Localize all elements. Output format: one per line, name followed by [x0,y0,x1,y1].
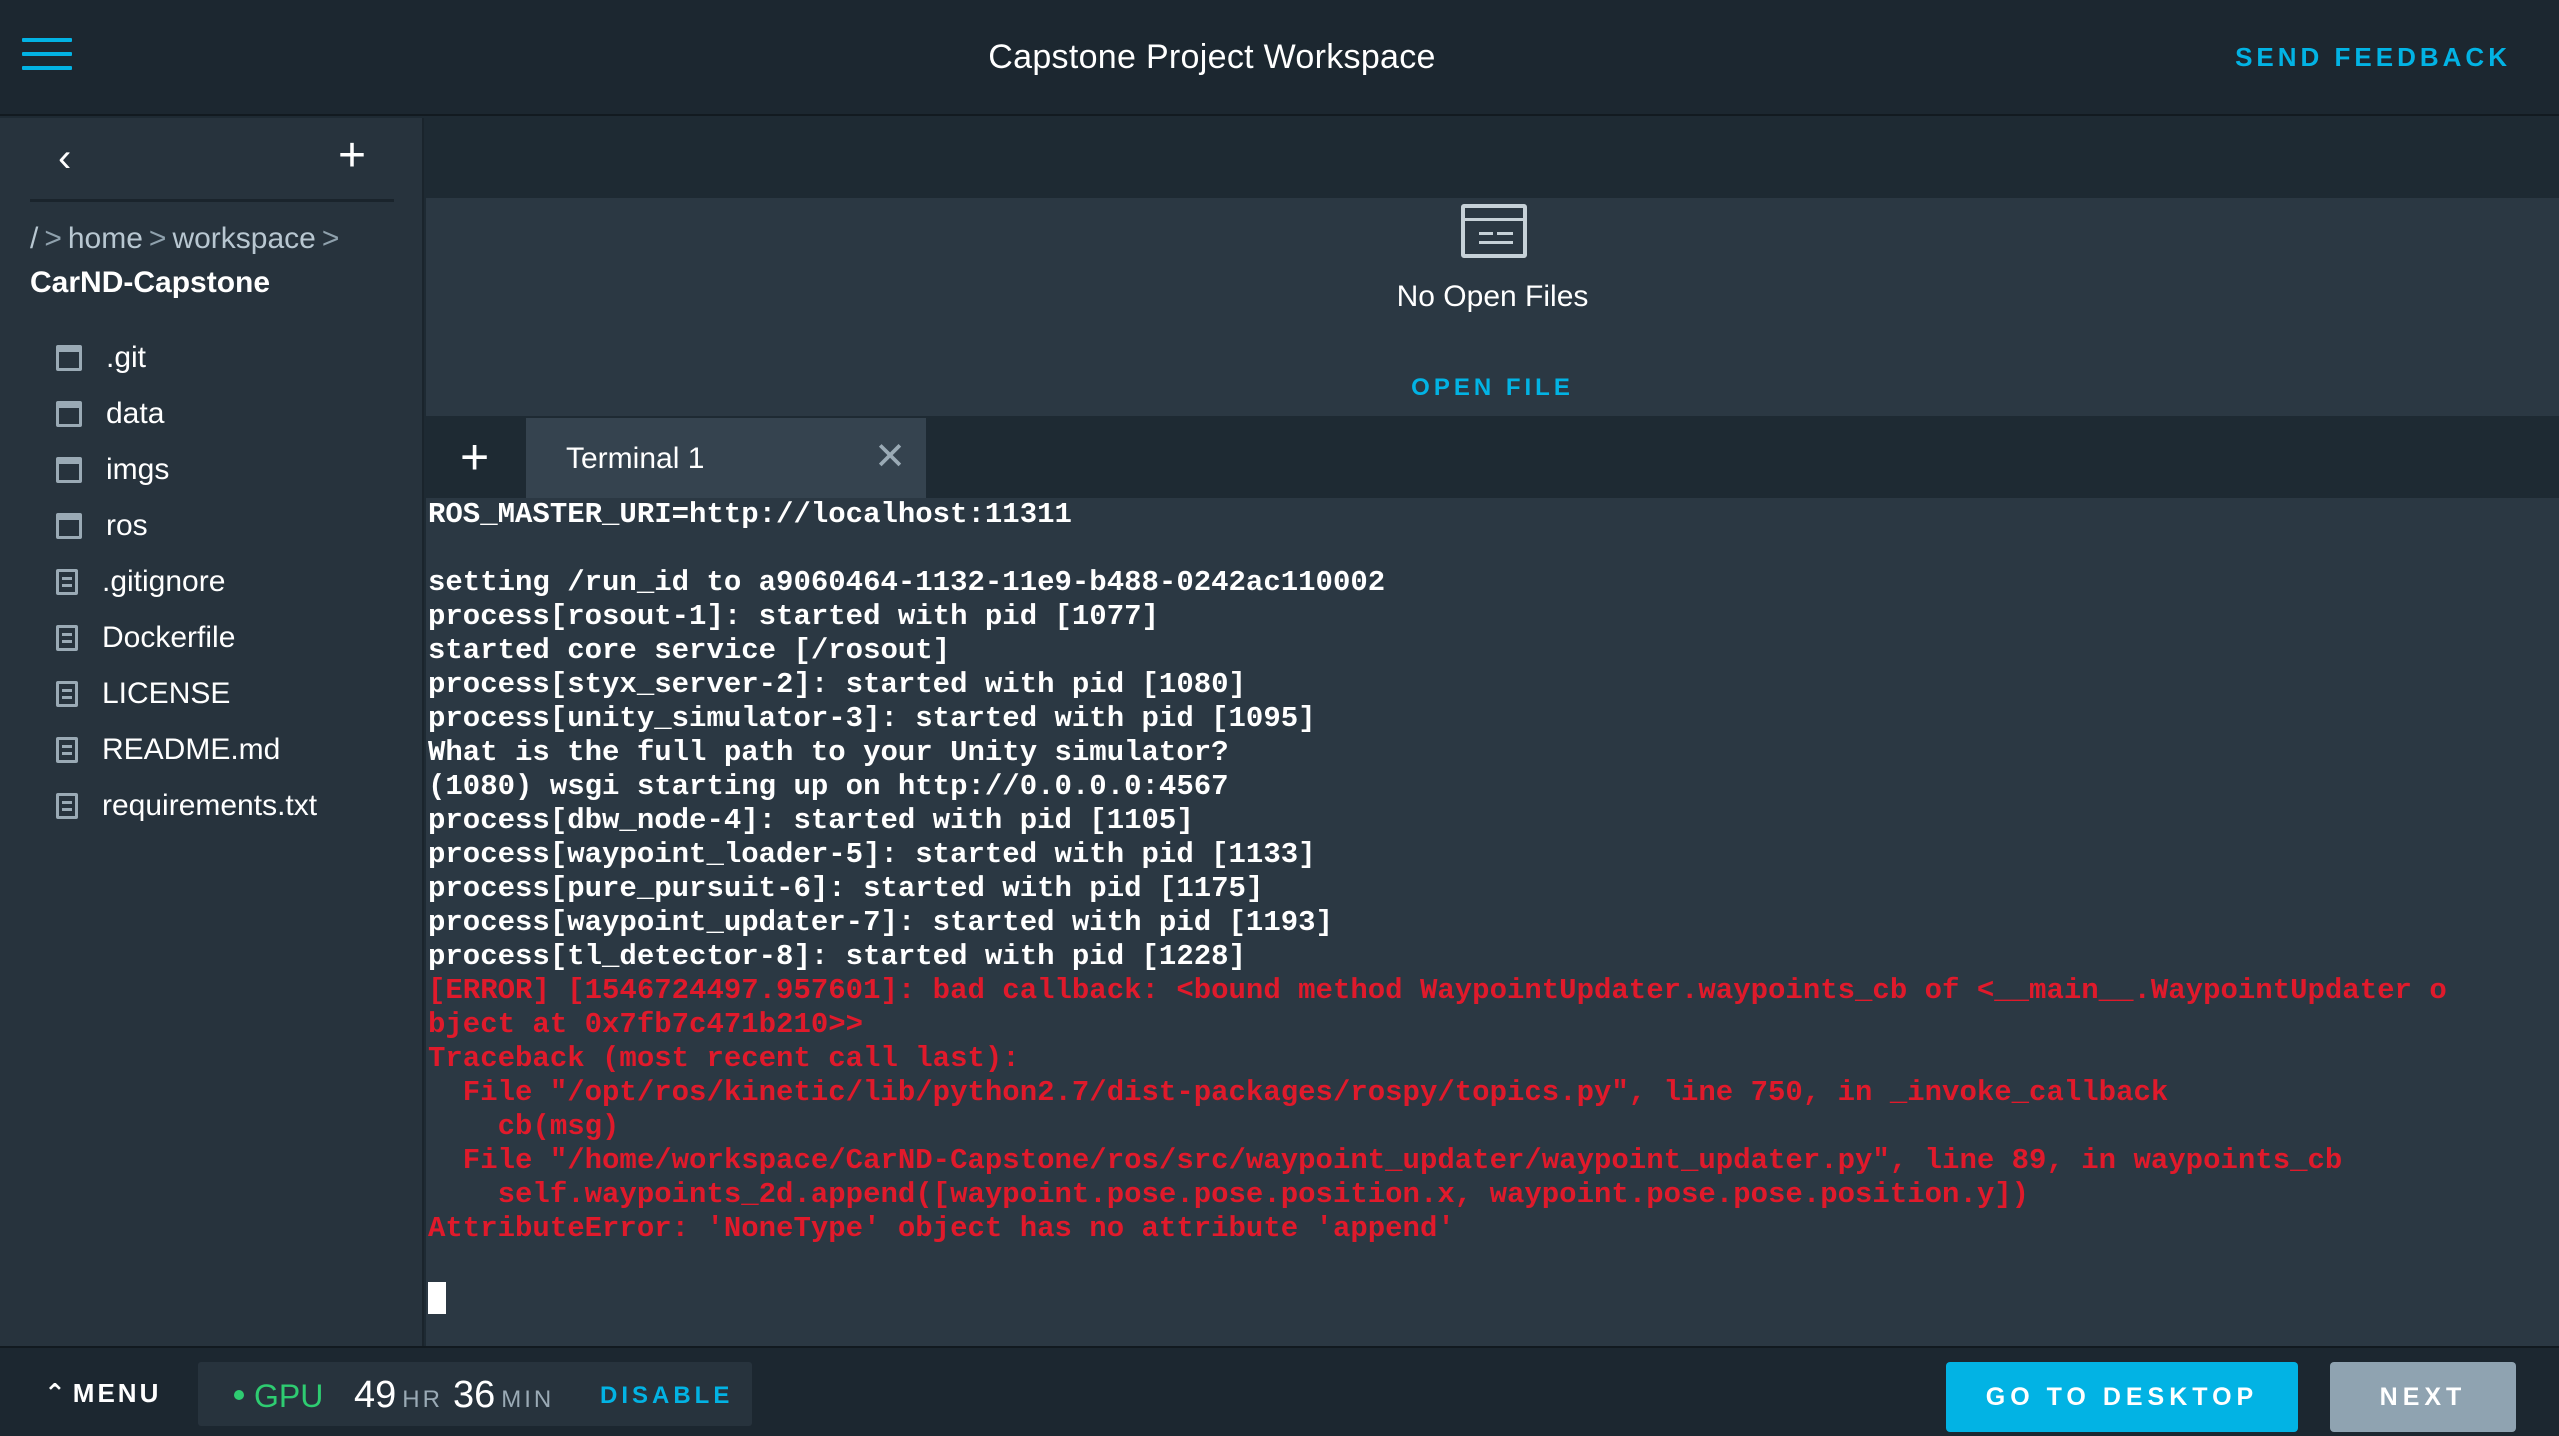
breadcrumb-separator: > [148,222,167,255]
breadcrumb-home[interactable]: home [68,222,143,255]
close-icon[interactable]: ✕ [874,434,906,479]
terminal-line: process[pure_pursuit-6]: started with pi… [428,872,1264,905]
file-item-ros[interactable]: ros [56,498,317,554]
file-item-imgs[interactable]: imgs [56,442,317,498]
file-name: .gitignore [102,565,226,598]
file-name: README.md [102,733,281,766]
workspace-title: Capstone Project Workspace [988,38,1436,76]
terminal-line: process[dbw_node-4]: started with pid [1… [428,804,1194,837]
terminal-line: bject at 0x7fb7c471b210>> [428,1008,864,1041]
terminal-line: process[waypoint_loader-5]: started with… [428,838,1316,871]
file-icon [56,737,78,763]
terminal-output[interactable]: ROS_MASTER_URI=http://localhost:11311 se… [426,498,2559,1346]
file-name: .git [106,341,147,374]
file-explorer-sidebar: ‹ + / > home > workspace > CarND-Capstone .gi… [0,118,424,1346]
tab-label: Terminal 1 [566,442,705,475]
terminal-line: process[unity_simulator-3]: started with… [428,702,1316,735]
gpu-hours: 49 [354,1374,397,1416]
file-list: .git data imgs ros .gitignore Dockerfile… [56,330,317,834]
file-icon [56,625,78,651]
terminal-line: started core service [/rosout] [428,634,951,667]
file-icon [56,793,78,819]
file-item-gitignore[interactable]: .gitignore [56,554,317,610]
hours-unit: HR [402,1386,443,1413]
gpu-label: GPU [254,1378,324,1414]
terminal-line: [ERROR] [1546724497.957601]: bad callbac… [428,974,2447,1007]
breadcrumb-separator: > [44,222,62,255]
menu-button[interactable]: ⌃ MENU [44,1378,161,1409]
go-to-desktop-button[interactable]: GO TO DESKTOP [1946,1362,2298,1432]
folder-icon [56,345,82,371]
file-name: requirements.txt [102,789,318,822]
breadcrumb-workspace[interactable]: workspace [172,222,315,255]
terminal-line: Traceback (most recent call last): [428,1042,1020,1075]
top-bar: Capstone Project Workspace SEND FEEDBACK [0,0,2559,116]
bottom-bar: ⌃ MENU GPU 49 HR 36 MIN DISABLE GO TO DESKTO… [0,1346,2559,1436]
caret-up-icon: ⌃ [44,1378,69,1408]
document-window-icon [1461,204,1527,258]
file-icon [56,681,78,707]
folder-icon [56,513,82,539]
file-name: imgs [106,453,170,486]
chevron-left-icon[interactable]: ‹ [58,136,71,181]
status-dot-icon [234,1390,244,1400]
terminal-line: File "/opt/ros/kinetic/lib/python2.7/dis… [428,1076,2169,1109]
file-item-git[interactable]: .git [56,330,317,386]
open-file-button[interactable]: OPEN FILE [426,374,2559,402]
terminal-line: What is the full path to your Unity simu… [428,736,1229,769]
file-name: ros [106,509,148,542]
minutes-unit: MIN [501,1386,555,1413]
file-name: data [106,397,165,430]
terminal-line: File "/home/workspace/CarND-Capstone/ros… [428,1144,2343,1177]
current-directory: CarND-Capstone [30,266,271,299]
file-item-requirements[interactable]: requirements.txt [56,778,317,834]
terminal-line: AttributeError: 'NoneType' object has no… [428,1212,1455,1245]
gpu-time-remaining: 49 HR 36 MIN [354,1374,564,1417]
menu-label: MENU [72,1378,162,1408]
terminal-line: process[rosout-1]: started with pid [107… [428,600,1159,633]
terminal-lines: ROS_MASTER_URI=http://localhost:11311 se… [428,498,2447,1246]
terminal-line: self.waypoints_2d.append([waypoint.pose.… [428,1178,2030,1211]
file-item-dockerfile[interactable]: Dockerfile [56,610,317,666]
gpu-minutes: 36 [452,1374,496,1416]
terminal-line: ROS_MASTER_URI=http://localhost:11311 [428,498,1072,531]
file-item-data[interactable]: data [56,386,317,442]
send-feedback-link[interactable]: SEND FEEDBACK [2235,42,2511,73]
terminal-line: (1080) wsgi starting up on http://0.0.0.… [428,770,1229,803]
editor-tab-strip [426,118,2559,198]
file-item-readme[interactable]: README.md [56,722,317,778]
folder-icon [56,457,82,483]
file-icon [56,569,78,595]
terminal-tab-bar: + Terminal 1 ✕ [426,416,2559,498]
terminal-line: cb(msg) [428,1110,620,1143]
breadcrumb: / > home > workspace > [30,222,345,256]
gpu-disable-button[interactable]: DISABLE [600,1382,733,1410]
breadcrumb-root[interactable]: / [30,222,38,255]
terminal-cursor [428,1282,446,1314]
no-open-files-text: No Open Files [1396,280,1589,313]
terminal-line: process[tl_detector-8]: started with pid… [428,940,1246,973]
no-open-files-panel: No Open Files OPEN FILE [426,198,2559,416]
explorer-toolbar: ‹ + [30,118,394,202]
terminal-line: process[styx_server-2]: started with pid… [428,668,1246,701]
tab-terminal-1[interactable]: Terminal 1 ✕ [526,418,926,498]
terminal-line: setting /run_id to a9060464-1132-11e9-b4… [428,566,1386,599]
new-terminal-plus-icon[interactable]: + [460,428,489,486]
next-button[interactable]: NEXT [2330,1362,2516,1432]
folder-icon [56,401,82,427]
file-name: LICENSE [102,677,231,710]
plus-icon[interactable]: + [338,128,366,183]
file-name: Dockerfile [102,621,236,654]
breadcrumb-separator: > [321,222,340,255]
gpu-status-panel: GPU 49 HR 36 MIN DISABLE [198,1362,752,1426]
file-item-license[interactable]: LICENSE [56,666,317,722]
terminal-line: process[waypoint_updater-7]: started wit… [428,906,1333,939]
